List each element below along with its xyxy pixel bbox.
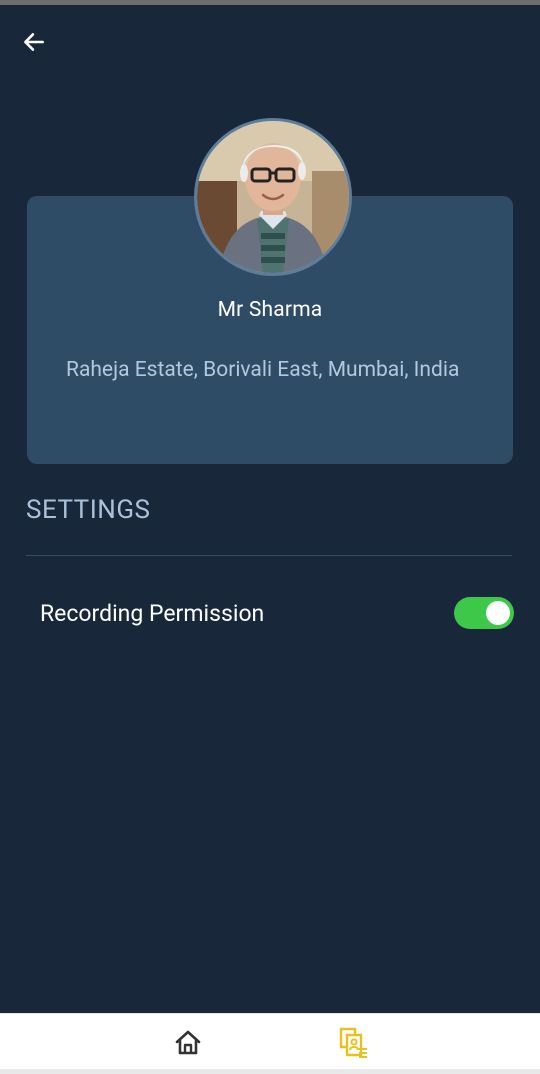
setting-label: Recording Permission [40,600,265,627]
nav-documents-button[interactable] [334,1024,372,1060]
back-button[interactable] [16,24,52,60]
status-bar-strip [0,0,540,5]
settings-heading: SETTINGS [26,495,151,525]
system-nav-strip [0,1069,540,1074]
settings-divider [26,555,512,556]
profile-name: Mr Sharma [217,298,323,322]
avatar [194,118,352,276]
setting-row-recording-permission: Recording Permission [26,590,516,638]
home-icon [175,1030,201,1055]
toggle-knob [486,601,510,625]
recording-permission-toggle[interactable] [454,597,514,629]
profile-photo [197,121,349,273]
bottom-nav [0,1013,540,1069]
arrow-left-icon [24,33,44,51]
nav-home-button[interactable] [170,1026,206,1058]
documents-icon [339,1027,367,1058]
profile-address: Raheja Estate, Borivali East, Mumbai, In… [66,358,460,382]
